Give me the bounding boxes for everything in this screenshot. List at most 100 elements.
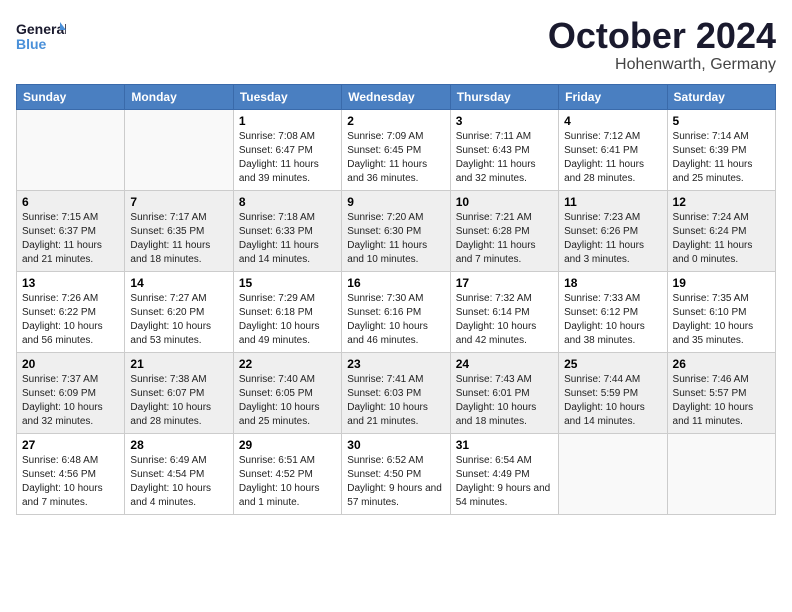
day-number: 13 — [22, 276, 119, 290]
svg-text:General: General — [16, 21, 66, 37]
day-detail: Sunrise: 7:20 AM Sunset: 6:30 PM Dayligh… — [347, 211, 444, 267]
day-detail: Sunrise: 6:48 AM Sunset: 4:56 PM Dayligh… — [22, 454, 119, 510]
calendar-cell: 26Sunrise: 7:46 AM Sunset: 5:57 PM Dayli… — [667, 352, 775, 433]
calendar-cell: 22 Sunrise: 7:40 AM Sunset: 6:05 PM Dayli… — [233, 352, 341, 433]
calendar-cell — [17, 109, 125, 190]
day-number: 21 — [130, 357, 227, 371]
calendar-cell: 8 Sunrise: 7:18 AM Sunset: 6:33 PM Daylig… — [233, 190, 341, 271]
day-detail: Sunrise: 7:17 AM Sunset: 6:35 PM Dayligh… — [130, 211, 227, 267]
calendar-cell: 3Sunrise: 7:11 AM Sunset: 6:43 PM Daylig… — [450, 109, 558, 190]
day-detail: Sunrise: 7:18 AM Sunset: 6:33 PM Dayligh… — [239, 211, 336, 267]
calendar-cell: 18 Sunrise: 7:33 AM Sunset: 6:12 PM Dayli… — [559, 271, 667, 352]
header: General Blue October 2024 Hohenwarth, Ge… — [16, 16, 776, 74]
day-detail: Sunrise: 7:27 AM Sunset: 6:20 PM Dayligh… — [130, 292, 227, 348]
day-number: 9 — [347, 195, 444, 209]
calendar-cell: 21Sunrise: 7:38 AM Sunset: 6:07 PM Dayli… — [125, 352, 233, 433]
calendar-cell: 20 Sunrise: 7:37 AM Sunset: 6:09 PM Dayli… — [17, 352, 125, 433]
weekday-header-sunday: Sunday — [17, 84, 125, 109]
weekday-header-thursday: Thursday — [450, 84, 558, 109]
month-title: October 2024 — [548, 16, 776, 56]
calendar-cell: 24 Sunrise: 7:43 AM Sunset: 6:01 PM Dayli… — [450, 352, 558, 433]
weekday-header-tuesday: Tuesday — [233, 84, 341, 109]
day-number: 19 — [673, 276, 770, 290]
calendar-cell: 1 Sunrise: 7:08 AM Sunset: 6:47 PM Daylig… — [233, 109, 341, 190]
week-row-1: 1 Sunrise: 7:08 AM Sunset: 6:47 PM Daylig… — [17, 109, 776, 190]
day-detail: Sunrise: 7:29 AM Sunset: 6:18 PM Dayligh… — [239, 292, 336, 348]
calendar-cell — [125, 109, 233, 190]
weekday-header-wednesday: Wednesday — [342, 84, 450, 109]
day-number: 20 — [22, 357, 119, 371]
calendar-cell: 16Sunrise: 7:30 AM Sunset: 6:16 PM Dayli… — [342, 271, 450, 352]
day-detail: Sunrise: 7:12 AM Sunset: 6:41 PM Dayligh… — [564, 130, 661, 186]
day-number: 22 — [239, 357, 336, 371]
day-detail: Sunrise: 6:52 AM Sunset: 4:50 PM Dayligh… — [347, 454, 444, 510]
weekday-header-row: SundayMondayTuesdayWednesdayThursdayFrid… — [17, 84, 776, 109]
day-number: 14 — [130, 276, 227, 290]
logo: General Blue — [16, 16, 66, 60]
day-number: 11 — [564, 195, 661, 209]
calendar-cell: 2 Sunrise: 7:09 AM Sunset: 6:45 PM Daylig… — [342, 109, 450, 190]
logo-svg: General Blue — [16, 16, 66, 60]
weekday-header-friday: Friday — [559, 84, 667, 109]
day-number: 26 — [673, 357, 770, 371]
calendar-cell: 29Sunrise: 6:51 AM Sunset: 4:52 PM Dayli… — [233, 433, 341, 514]
day-detail: Sunrise: 7:41 AM Sunset: 6:03 PM Dayligh… — [347, 373, 444, 429]
day-detail: Sunrise: 7:33 AM Sunset: 6:12 PM Dayligh… — [564, 292, 661, 348]
weekday-header-monday: Monday — [125, 84, 233, 109]
day-detail: Sunrise: 7:37 AM Sunset: 6:09 PM Dayligh… — [22, 373, 119, 429]
calendar-cell: 31Sunrise: 6:54 AM Sunset: 4:49 PM Dayli… — [450, 433, 558, 514]
calendar-table: SundayMondayTuesdayWednesdayThursdayFrid… — [16, 84, 776, 515]
location: Hohenwarth, Germany — [548, 56, 776, 74]
week-row-2: 6Sunrise: 7:15 AM Sunset: 6:37 PM Daylig… — [17, 190, 776, 271]
day-detail: Sunrise: 7:08 AM Sunset: 6:47 PM Dayligh… — [239, 130, 336, 186]
calendar-cell: 19 Sunrise: 7:35 AM Sunset: 6:10 PM Dayli… — [667, 271, 775, 352]
day-detail: Sunrise: 7:09 AM Sunset: 6:45 PM Dayligh… — [347, 130, 444, 186]
day-detail: Sunrise: 6:49 AM Sunset: 4:54 PM Dayligh… — [130, 454, 227, 510]
calendar-cell — [559, 433, 667, 514]
weekday-header-saturday: Saturday — [667, 84, 775, 109]
day-number: 15 — [239, 276, 336, 290]
day-number: 27 — [22, 438, 119, 452]
day-detail: Sunrise: 7:35 AM Sunset: 6:10 PM Dayligh… — [673, 292, 770, 348]
day-number: 23 — [347, 357, 444, 371]
day-number: 1 — [239, 114, 336, 128]
day-number: 12 — [673, 195, 770, 209]
calendar-cell: 9 Sunrise: 7:20 AM Sunset: 6:30 PM Daylig… — [342, 190, 450, 271]
calendar-cell: 5Sunrise: 7:14 AM Sunset: 6:39 PM Daylig… — [667, 109, 775, 190]
calendar-cell — [667, 433, 775, 514]
day-number: 7 — [130, 195, 227, 209]
day-detail: Sunrise: 7:43 AM Sunset: 6:01 PM Dayligh… — [456, 373, 553, 429]
day-number: 25 — [564, 357, 661, 371]
week-row-3: 13Sunrise: 7:26 AM Sunset: 6:22 PM Dayli… — [17, 271, 776, 352]
calendar-cell: 4 Sunrise: 7:12 AM Sunset: 6:41 PM Daylig… — [559, 109, 667, 190]
day-number: 24 — [456, 357, 553, 371]
day-number: 3 — [456, 114, 553, 128]
day-detail: Sunrise: 7:40 AM Sunset: 6:05 PM Dayligh… — [239, 373, 336, 429]
day-detail: Sunrise: 7:24 AM Sunset: 6:24 PM Dayligh… — [673, 211, 770, 267]
day-number: 28 — [130, 438, 227, 452]
day-number: 8 — [239, 195, 336, 209]
day-number: 18 — [564, 276, 661, 290]
day-detail: Sunrise: 7:44 AM Sunset: 5:59 PM Dayligh… — [564, 373, 661, 429]
week-row-5: 27 Sunrise: 6:48 AM Sunset: 4:56 PM Dayli… — [17, 433, 776, 514]
calendar-cell: 23 Sunrise: 7:41 AM Sunset: 6:03 PM Dayli… — [342, 352, 450, 433]
calendar-cell: 11Sunrise: 7:23 AM Sunset: 6:26 PM Dayli… — [559, 190, 667, 271]
day-number: 17 — [456, 276, 553, 290]
calendar-cell: 28 Sunrise: 6:49 AM Sunset: 4:54 PM Dayli… — [125, 433, 233, 514]
calendar-cell: 17 Sunrise: 7:32 AM Sunset: 6:14 PM Dayli… — [450, 271, 558, 352]
day-detail: Sunrise: 7:21 AM Sunset: 6:28 PM Dayligh… — [456, 211, 553, 267]
svg-text:Blue: Blue — [16, 36, 47, 52]
day-detail: Sunrise: 7:15 AM Sunset: 6:37 PM Dayligh… — [22, 211, 119, 267]
day-detail: Sunrise: 6:54 AM Sunset: 4:49 PM Dayligh… — [456, 454, 553, 510]
title-area: October 2024 Hohenwarth, Germany — [548, 16, 776, 74]
day-number: 2 — [347, 114, 444, 128]
day-number: 30 — [347, 438, 444, 452]
calendar-cell: 30 Sunrise: 6:52 AM Sunset: 4:50 PM Dayli… — [342, 433, 450, 514]
calendar-cell: 7 Sunrise: 7:17 AM Sunset: 6:35 PM Daylig… — [125, 190, 233, 271]
calendar-cell: 25 Sunrise: 7:44 AM Sunset: 5:59 PM Dayli… — [559, 352, 667, 433]
day-number: 4 — [564, 114, 661, 128]
day-number: 29 — [239, 438, 336, 452]
day-detail: Sunrise: 7:32 AM Sunset: 6:14 PM Dayligh… — [456, 292, 553, 348]
week-row-4: 20 Sunrise: 7:37 AM Sunset: 6:09 PM Dayli… — [17, 352, 776, 433]
day-detail: Sunrise: 7:30 AM Sunset: 6:16 PM Dayligh… — [347, 292, 444, 348]
